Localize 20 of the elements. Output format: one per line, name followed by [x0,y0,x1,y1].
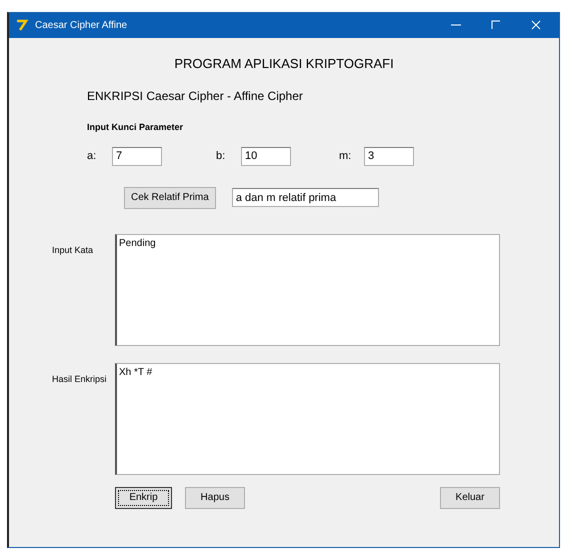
subheading: ENKRIPSI Caesar Cipher - Affine Cipher [87,89,303,104]
input-label: Input Kata [52,244,94,255]
window-title: Caesar Cipher Affine [35,18,128,33]
app-icon [15,18,29,32]
parameter-label: a: [87,149,98,164]
input-text-area[interactable]: Pending [115,234,500,346]
encrypt-button[interactable]: Enkrip [115,486,172,509]
section-label: Input Kunci Parameter [87,122,184,132]
parameter-field[interactable]: 10 [241,146,291,166]
result-field[interactable]: a dan m relatif prima [232,188,379,208]
exit-button[interactable]: Keluar [440,486,500,509]
clear-button[interactable]: Hapus [185,486,245,509]
program-heading: PROGRAM APLIKASI KRIPTOGRAFI [174,56,394,71]
parameter-label: m: [339,149,352,164]
output-text-area[interactable]: Xh *T # [115,362,500,475]
check-prime-button[interactable]: Cek Relatif Prima [124,186,216,209]
output-label: Hasil Enkripsi [52,374,107,384]
parameter-label: b: [216,149,226,164]
parameter-field[interactable]: 3 [364,146,414,166]
parameter-field[interactable]: 7 [112,146,162,166]
